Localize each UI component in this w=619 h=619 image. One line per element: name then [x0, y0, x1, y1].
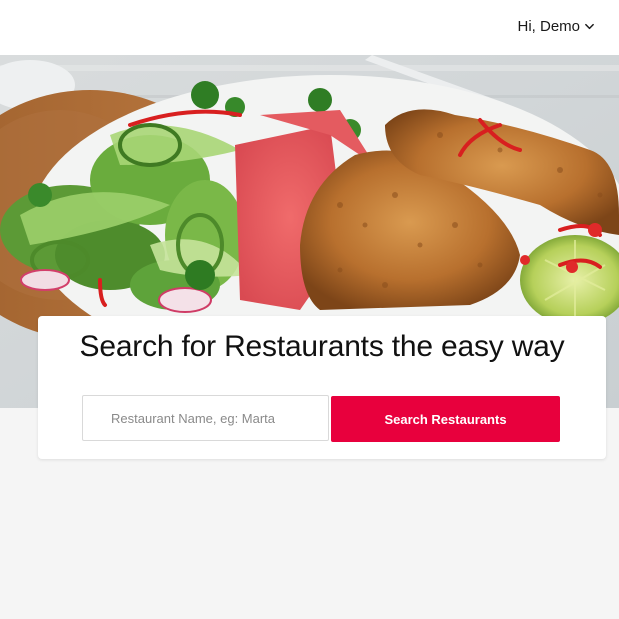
search-restaurants-button[interactable]: Search Restaurants: [331, 396, 560, 442]
chevron-down-icon: [585, 23, 594, 30]
user-greeting: Hi, Demo: [517, 17, 580, 35]
search-title: Search for Restaurants the easy way: [79, 330, 565, 363]
top-navbar: Hi, Demo: [0, 0, 619, 55]
user-menu-toggle[interactable]: Hi, Demo: [517, 15, 595, 37]
restaurant-search-input[interactable]: [82, 395, 329, 441]
search-card: Search for Restaurants the easy way Sear…: [38, 316, 606, 459]
